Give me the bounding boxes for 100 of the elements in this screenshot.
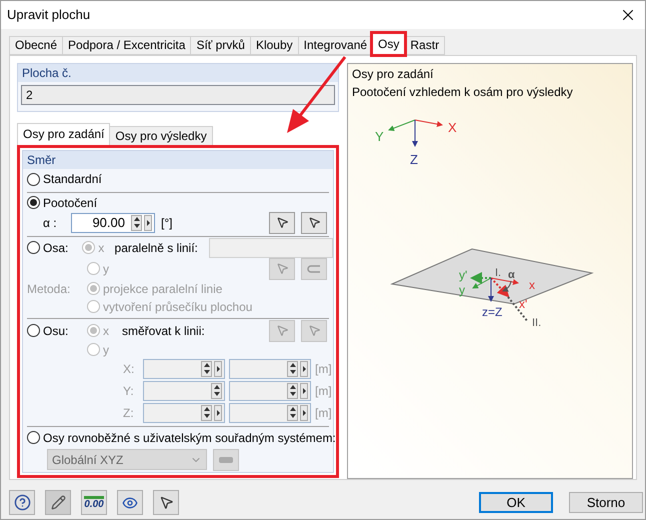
radio-label: vytvoření průsečíku plochou xyxy=(103,300,252,314)
coordinate-system-dropdown[interactable]: Globální XYZ xyxy=(47,449,207,470)
tab[interactable]: Rastr xyxy=(404,36,446,55)
view-button[interactable] xyxy=(117,490,143,516)
unit-label: [m] xyxy=(315,406,332,420)
tab[interactable]: Osy pro výsledky xyxy=(109,126,213,145)
radio-label: Osy rovnoběžné s uživatelským souřadným systémem: xyxy=(43,430,336,445)
surface-number-field[interactable]: 2 xyxy=(21,84,335,105)
number-field[interactable] xyxy=(143,380,225,401)
axis-label: Y xyxy=(375,128,384,144)
radio-label: Standardní xyxy=(43,172,102,186)
radio-button[interactable] xyxy=(27,196,40,210)
radio-button[interactable] xyxy=(87,324,100,338)
axis-label: z=Z xyxy=(482,304,502,319)
help-button[interactable] xyxy=(9,490,35,516)
radio-button[interactable] xyxy=(87,300,100,314)
dialog-button[interactable]: Storno xyxy=(569,492,643,514)
angle-arc xyxy=(502,280,512,292)
number-field[interactable] xyxy=(229,358,311,379)
global-z-axis xyxy=(412,119,418,147)
cursor-icon xyxy=(276,262,288,276)
radio-label: Osu: xyxy=(43,324,68,338)
coordinate-label: X: xyxy=(123,362,136,376)
radio-button[interactable] xyxy=(27,431,40,444)
dialog-button[interactable]: OK xyxy=(479,492,553,514)
decimals-label: 0.00 xyxy=(84,496,104,510)
unit-label: [m] xyxy=(315,362,332,376)
line-field[interactable] xyxy=(209,238,333,258)
edit-button[interactable] xyxy=(45,490,71,516)
radio-button[interactable] xyxy=(27,172,40,186)
reverse-button[interactable] xyxy=(301,258,327,280)
angle-label: α : xyxy=(43,216,58,230)
radio-label: x xyxy=(103,324,109,338)
radio-button[interactable] xyxy=(27,324,40,338)
unit-label: [°] xyxy=(161,216,172,230)
preview-text: Pootočení vzhledem k osám pro výsledky xyxy=(351,84,574,100)
pick-x-button[interactable] xyxy=(269,212,295,234)
radio-button[interactable] xyxy=(87,262,100,276)
cursor-icon xyxy=(308,216,320,230)
group-title: Směr xyxy=(23,150,333,169)
tab[interactable]: Obecné xyxy=(9,36,64,55)
radio-button[interactable] xyxy=(87,343,100,356)
pencil-icon xyxy=(50,495,66,510)
decimals-button[interactable]: 0.00 xyxy=(81,490,107,516)
radio-button[interactable] xyxy=(82,241,96,254)
method-label: Metoda: xyxy=(27,282,72,296)
radio-label: projekce paralelní linie xyxy=(103,282,222,296)
axis-label: y xyxy=(459,282,465,297)
pick-button[interactable] xyxy=(269,258,295,280)
cursor-icon xyxy=(276,324,288,338)
point-label: II. xyxy=(532,316,542,329)
select-button[interactable] xyxy=(153,490,179,516)
rotated-y-axis xyxy=(470,272,491,284)
pick-point-button[interactable] xyxy=(269,320,295,342)
point-label: I. xyxy=(495,266,502,279)
coordinate-label: Y: xyxy=(123,384,135,398)
tab[interactable]: Podpora / Excentricita xyxy=(62,36,192,55)
axis-label: x xyxy=(529,278,535,292)
axis-label: α xyxy=(508,268,515,281)
radio-button[interactable] xyxy=(87,282,100,296)
cursor-icon xyxy=(276,216,288,230)
field-label: paralelně s linií: xyxy=(114,240,199,255)
window-title: Upravit plochu xyxy=(7,7,90,22)
number-field[interactable] xyxy=(143,402,225,423)
radio-button[interactable] xyxy=(27,241,40,254)
number-field[interactable] xyxy=(229,402,311,423)
rotated-x-axis xyxy=(490,276,510,297)
u-turn-icon xyxy=(307,264,321,274)
number-field[interactable]: 90.00 xyxy=(71,212,155,233)
local-z-axis xyxy=(488,277,494,302)
axis-label: y' xyxy=(459,268,468,282)
cursor-icon xyxy=(158,495,174,510)
axis-label: X xyxy=(448,120,457,135)
local-y-axis xyxy=(472,277,492,288)
radio-label: y xyxy=(103,262,109,276)
global-x-axis xyxy=(414,119,443,127)
group-title: Plocha č. xyxy=(18,64,338,82)
edit-system-button[interactable] xyxy=(213,448,239,471)
preview-text: Osy pro zadání xyxy=(351,66,434,82)
axis-label: Z xyxy=(410,152,418,167)
tab[interactable]: Osy xyxy=(372,32,406,55)
eye-icon xyxy=(122,494,138,511)
coordinate-label: Z: xyxy=(123,406,135,420)
number-field[interactable] xyxy=(143,358,225,379)
tab[interactable]: Klouby xyxy=(250,36,299,55)
tab[interactable]: Osy pro zadání xyxy=(17,122,110,145)
local-x-axis xyxy=(490,277,519,285)
global-y-axis xyxy=(388,119,416,131)
pick-y-button[interactable] xyxy=(301,212,327,234)
cursor-icon xyxy=(308,324,320,338)
radio-label: Pootočení xyxy=(43,196,98,210)
tab[interactable]: Síť prvků xyxy=(190,36,251,55)
axis-label: x' xyxy=(519,296,528,311)
radio-label: y xyxy=(103,342,109,357)
radio-label: Osa: xyxy=(43,240,68,255)
number-field[interactable] xyxy=(229,380,311,401)
help-icon xyxy=(14,494,30,512)
field-label: směřovat k linii: xyxy=(122,324,205,338)
pick-point-button[interactable] xyxy=(301,320,327,342)
radio-label: x xyxy=(98,240,104,255)
